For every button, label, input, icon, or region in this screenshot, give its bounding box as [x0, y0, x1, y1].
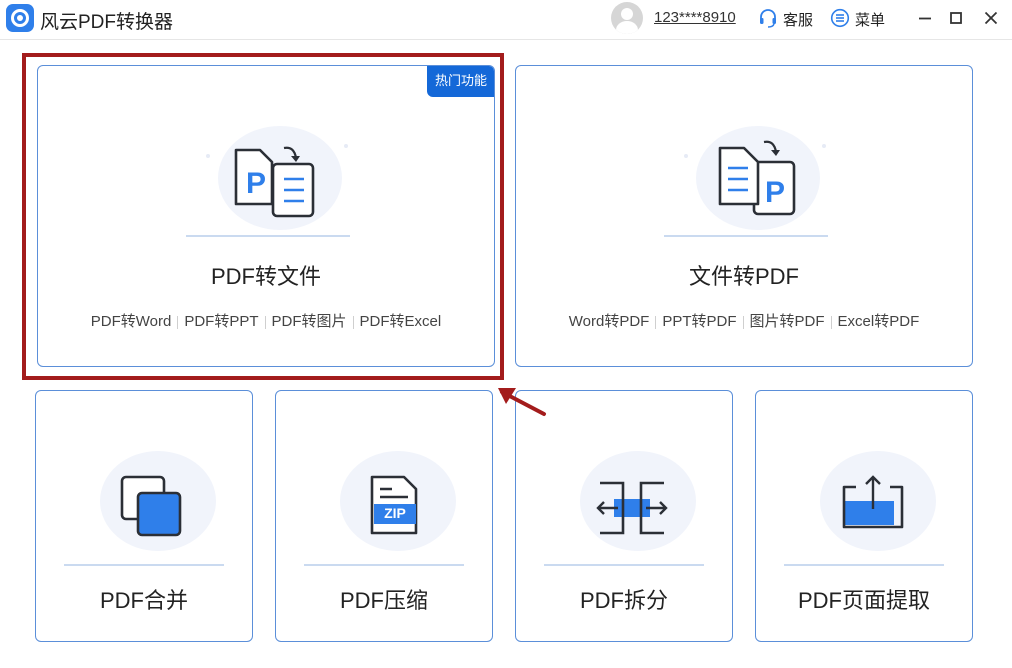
file-to-pdf-title: 文件转PDF: [688, 264, 799, 289]
title-bar: 风云PDF转换器 123****8910 客服 菜单: [0, 0, 1012, 40]
link-excel-to-pdf[interactable]: Excel转PDF: [832, 310, 926, 331]
hot-feature-badge: 热门功能: [426, 66, 494, 97]
merge-icon: [64, 451, 224, 566]
pdf-merge-card[interactable]: PDF合并: [35, 390, 253, 642]
pdf-compress-title: PDF压缩: [339, 588, 428, 613]
link-word-to-pdf[interactable]: Word转PDF: [563, 310, 656, 331]
file-to-pdf-links: Word转PDF PPT转PDF 图片转PDF Excel转PDF: [516, 310, 972, 331]
split-icon: [544, 451, 704, 566]
pdf-compress-card[interactable]: ZIP PDF压缩: [275, 390, 493, 642]
pdf-to-file-icon: P: [186, 126, 350, 237]
close-icon[interactable]: [979, 6, 1003, 30]
account-link[interactable]: 123****8910: [654, 9, 736, 26]
file-to-pdf-icon: P: [664, 126, 828, 237]
menu-icon[interactable]: [830, 8, 850, 28]
maximize-icon[interactable]: [944, 6, 968, 30]
zip-label: ZIP: [384, 505, 406, 521]
pdf-extract-title: PDF页面提取: [797, 588, 930, 613]
pdf-to-file-links: PDF转Word PDF转PPT PDF转图片 PDF转Excel: [38, 310, 494, 331]
svg-text:P: P: [246, 167, 266, 200]
pdf-split-title: PDF拆分: [579, 588, 668, 613]
pdf-split-card[interactable]: PDF拆分: [515, 390, 733, 642]
link-ppt-to-pdf[interactable]: PPT转PDF: [656, 310, 742, 331]
pdf-merge-title: PDF合并: [99, 588, 188, 613]
link-pdf-to-word[interactable]: PDF转Word: [85, 310, 178, 331]
link-pdf-to-excel[interactable]: PDF转Excel: [354, 310, 448, 331]
menu-button[interactable]: 菜单: [855, 9, 885, 30]
link-pdf-to-ppt[interactable]: PDF转PPT: [178, 310, 264, 331]
zip-file-icon: [304, 451, 464, 566]
app-title: 风云PDF转换器: [40, 12, 174, 33]
headset-icon[interactable]: [758, 8, 778, 28]
file-to-pdf-card[interactable]: P 文件转PDF Word转PDF PPT转PDF 图片转PDF Excel转PDF: [515, 65, 973, 367]
pdf-extract-card[interactable]: PDF页面提取: [755, 390, 973, 642]
minimize-icon[interactable]: [913, 6, 937, 30]
pdf-to-file-card[interactable]: 热门功能 P PDF转文件 PDF转Word PDF转PPT PDF转图片 PDF转E…: [37, 65, 495, 367]
svg-text:P: P: [765, 176, 785, 209]
pdf-to-file-title: PDF转文件: [210, 264, 321, 289]
user-avatar[interactable]: [611, 2, 643, 34]
extract-icon: [784, 451, 944, 566]
app-logo-icon: [6, 4, 34, 32]
link-image-to-pdf[interactable]: 图片转PDF: [744, 310, 831, 331]
customer-service-button[interactable]: 客服: [783, 9, 813, 30]
link-pdf-to-image[interactable]: PDF转图片: [266, 310, 353, 331]
